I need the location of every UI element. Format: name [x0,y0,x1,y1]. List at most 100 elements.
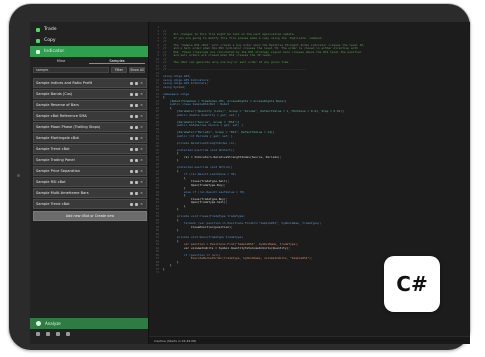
remove-icon[interactable]: × [140,202,143,206]
settings-icon[interactable] [135,136,138,140]
strategy-name: Sample Reverse of Bars [36,103,79,107]
strategy-name: Sample cBot Reference SMA [36,114,87,118]
remove-icon[interactable]: × [140,169,143,173]
analyze-label: Analyze [45,321,61,326]
remove-icon[interactable]: × [140,92,143,96]
copy-icon[interactable] [130,180,133,184]
remove-icon[interactable]: × [140,136,143,140]
copy-icon[interactable] [130,103,133,107]
analyze-button[interactable]: Analyze [30,318,148,329]
copy-icon [36,38,40,43]
settings-icon[interactable] [135,158,138,162]
strategy-tools: × [130,180,143,184]
nav-item-label: Trade [44,27,57,32]
nav-item-label: Copy [44,38,56,43]
strategy-name: Sample Moon Phase (Trailing Stops) [36,125,101,129]
help-icon[interactable] [66,332,70,336]
remove-icon[interactable]: × [140,147,143,151]
remove-icon[interactable]: × [140,103,143,107]
strategy-item[interactable]: Sample Moon Phase (Trailing Stops) × [33,122,147,132]
strategy-name: Sample RSI cBot [36,180,66,184]
strategy-tools: × [130,136,143,140]
settings-icon[interactable] [135,114,138,118]
tab-samples[interactable]: Samples [89,58,145,64]
settings-icon[interactable] [135,92,138,96]
copy-icon[interactable] [130,81,133,85]
show-all-button[interactable]: Show All [129,67,145,73]
filter-button[interactable]: Filter [111,67,127,73]
strategy-item[interactable]: Sample Price Separation × [33,166,147,176]
settings-icon[interactable] [135,202,138,206]
strategy-name: Sample Trend cBot [36,202,70,206]
settings-icon[interactable] [135,147,138,151]
strategy-tools: × [130,158,143,162]
remove-icon[interactable]: × [140,180,143,184]
copy-icon[interactable] [130,158,133,162]
strategy-tools: × [130,125,143,129]
strategy-item[interactable]: Sample Trend cBot × [33,144,147,154]
copy-icon[interactable] [130,202,133,206]
strategy-tools: × [130,103,143,107]
strategy-item[interactable]: Sample Reverse of Bars × [33,100,147,110]
settings-icon[interactable] [135,103,138,107]
trade-icon [36,27,40,32]
settings-icon[interactable] [135,169,138,173]
copy-icon[interactable] [130,169,133,173]
indicator-icon [36,49,40,54]
remove-icon[interactable]: × [140,81,143,85]
strategy-tools: × [130,114,143,118]
remove-icon[interactable]: × [140,125,143,129]
copy-icon[interactable] [130,114,133,118]
strategy-item[interactable]: Sample Martingale cBot × [33,133,147,143]
strategy-item[interactable]: Sample Indices and Ratio Profit × [33,78,147,88]
remove-icon[interactable]: × [140,114,143,118]
copy-icon[interactable] [130,125,133,129]
home-button[interactable] [17,174,20,177]
strategy-item[interactable]: Sample Multi-timeframe Bars × [33,188,147,198]
strategy-item[interactable]: Sample RSI cBot × [33,177,147,187]
strategy-name: Sample Indices and Ratio Profit [36,81,93,85]
share-icon[interactable] [46,332,50,336]
copy-icon[interactable] [130,191,133,195]
settings-icon[interactable] [36,332,40,336]
search-input[interactable]: sample [33,67,109,73]
tab-mine[interactable]: Mine [33,58,89,64]
csharp-badge: C# [384,256,440,312]
copy-icon[interactable] [130,92,133,96]
nav-item-label: Indicator [44,49,65,54]
strategy-tools: × [130,191,143,195]
nav-item-indicator[interactable]: Indicator [30,46,148,57]
strategy-name: Sample Trend cBot [36,147,70,151]
strategy-name: Sample Bands (Cus) [36,92,73,96]
strategy-item[interactable]: Sample cBot Reference SMA × [33,111,147,121]
strategy-tools: × [130,92,143,96]
left-panel: Trade Copy Indicator Mine Samples sample… [30,22,149,344]
strategy-tools: × [130,202,143,206]
remove-icon[interactable]: × [140,158,143,162]
status-bar: Inactive (Starts in 22:44:08) [149,336,470,344]
strategy-item[interactable]: Sample Bands (Cus) × [33,89,147,99]
nav-item-copy[interactable]: Copy [30,35,148,46]
grid-icon[interactable] [56,332,60,336]
copy-icon[interactable] [130,136,133,140]
strategy-item[interactable]: Sample Trend cBot × [33,199,147,209]
strategy-item[interactable]: Sample Trading Panel × [33,155,147,165]
sub-tabs: Mine Samples [33,58,145,64]
strategy-name: Sample Martingale cBot [36,136,79,140]
analyze-icon [36,321,41,326]
strategy-tools: × [130,169,143,173]
remove-icon[interactable]: × [140,191,143,195]
line-number: 71 [155,271,159,274]
strategy-tools: × [130,81,143,85]
settings-icon[interactable] [135,191,138,195]
settings-icon[interactable] [135,125,138,129]
add-cbot-button[interactable]: Add new cBot or Create new [33,211,147,221]
strategy-tools: × [130,147,143,151]
filter-bar: sample Filter Show All [33,67,145,73]
nav-item-trade[interactable]: Trade [30,24,148,35]
settings-icon[interactable] [135,180,138,184]
strategy-name: Sample Price Separation [36,169,81,173]
copy-icon[interactable] [130,147,133,151]
strategy-name: Sample Trading Panel [36,158,75,162]
settings-icon[interactable] [135,81,138,85]
